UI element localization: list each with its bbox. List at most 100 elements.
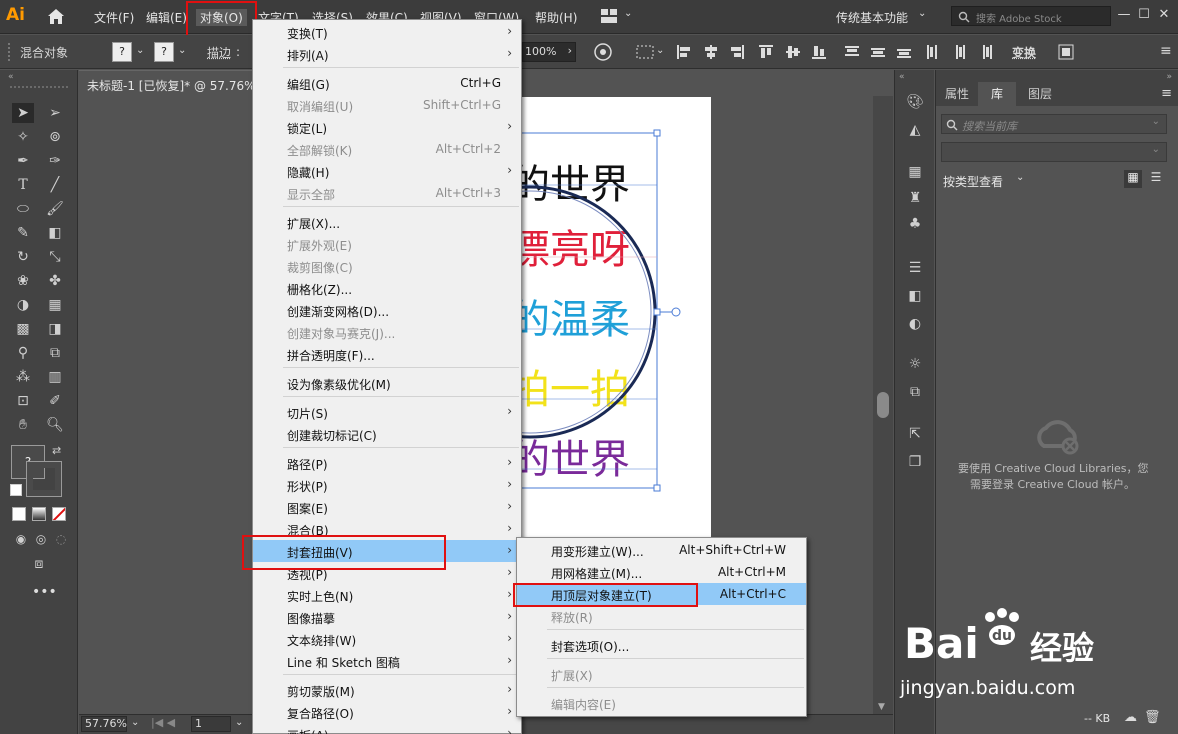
pen-tool-icon[interactable]: ✒ bbox=[12, 151, 34, 171]
draw-behind-icon[interactable]: ◎ bbox=[30, 529, 52, 549]
view-by-type-dropdown[interactable]: 按类型查看 bbox=[943, 173, 1003, 190]
gradient-tool-icon[interactable]: ◨ bbox=[44, 319, 66, 339]
graphic-styles-icon[interactable]: ⧉ bbox=[904, 384, 926, 404]
vertical-scrollbar[interactable]: ▼ bbox=[873, 96, 893, 714]
collapse-icon[interactable]: « bbox=[8, 72, 14, 82]
color-theme-icon[interactable]: ◭ bbox=[904, 122, 926, 142]
menu-help[interactable]: 帮助(H) bbox=[535, 9, 577, 26]
chevron-down-icon[interactable]: ⌄ bbox=[235, 717, 243, 728]
object-menu-item[interactable]: 创建渐变网格(D)... bbox=[253, 299, 521, 321]
ellipse-tool-icon[interactable]: ⬭ bbox=[12, 199, 34, 219]
slice-tool-icon[interactable]: ✐ bbox=[44, 391, 66, 411]
appearance-panel-icon[interactable]: ☼ bbox=[904, 356, 926, 376]
collapse-icon[interactable]: « bbox=[899, 72, 905, 82]
warp-tool-icon[interactable]: ❀ bbox=[12, 271, 34, 291]
selection-tool-icon[interactable]: ➤ bbox=[12, 103, 34, 123]
eraser-tool-icon[interactable]: ◧ bbox=[44, 223, 66, 243]
object-menu-item[interactable]: 文本绕排(W) › bbox=[253, 628, 521, 650]
recolor-artwork-icon[interactable] bbox=[594, 43, 612, 61]
chevron-down-icon[interactable]: ⌄ bbox=[131, 717, 139, 728]
object-menu-item[interactable]: 变换(T) › bbox=[253, 21, 521, 43]
chevron-down-icon[interactable]: ⌄ bbox=[918, 8, 926, 19]
object-menu-item[interactable]: 形状(P) › bbox=[253, 474, 521, 496]
curvature-tool-icon[interactable]: ✑ bbox=[44, 151, 66, 171]
opacity-field[interactable]: 100% › bbox=[522, 42, 576, 62]
align-horizontal-center-icon[interactable] bbox=[703, 44, 719, 60]
puppet-warp-tool-icon[interactable]: ✤ bbox=[44, 271, 66, 291]
distribute-left-icon[interactable] bbox=[925, 44, 941, 60]
panel-menu-icon[interactable]: ≡ bbox=[1160, 43, 1172, 59]
distribute-bottom-icon[interactable] bbox=[896, 44, 912, 60]
object-menu-item[interactable]: 裁剪图像(C) bbox=[253, 255, 521, 277]
stock-search-input[interactable]: 搜索 Adobe Stock bbox=[951, 6, 1111, 26]
object-menu-item[interactable]: 栅格化(Z)... bbox=[253, 277, 521, 299]
tab-libraries[interactable]: 库 bbox=[978, 82, 1016, 106]
stroke-color-swatch[interactable] bbox=[26, 461, 62, 497]
symbols-icon[interactable]: ♣ bbox=[904, 216, 926, 236]
library-search-input[interactable]: 搜索当前库 ⌄ bbox=[941, 114, 1167, 134]
object-menu-item[interactable]: 设为像素级优化(M) bbox=[253, 372, 521, 394]
document-tab[interactable]: 未标题-1 [已恢复]* @ 57.76% bbox=[79, 70, 259, 96]
object-menu-item[interactable]: 画板(A) › bbox=[253, 723, 521, 734]
brushes-icon[interactable]: ♜ bbox=[904, 190, 926, 210]
paintbrush-tool-icon[interactable]: 🖌︎ bbox=[44, 199, 66, 219]
object-menu-item[interactable]: 隐藏(H) › bbox=[253, 160, 521, 182]
color-mode-icon[interactable] bbox=[12, 507, 26, 521]
chevron-down-icon[interactable]: ⌄ bbox=[656, 45, 664, 56]
color-guide-icon[interactable]: 🎨︎ bbox=[904, 94, 926, 114]
envelope-menu-item[interactable]: 封套选项(O)... bbox=[517, 634, 806, 656]
stroke-label[interactable]: 描边 bbox=[207, 44, 231, 61]
object-menu-item[interactable]: 扩展(X)... bbox=[253, 211, 521, 233]
stroke-panel-icon[interactable]: ☰ bbox=[904, 260, 926, 280]
object-menu-item[interactable]: 路径(P) › bbox=[253, 452, 521, 474]
transparency-panel-icon[interactable]: ◐ bbox=[904, 316, 926, 336]
distribute-vertical-center-icon[interactable] bbox=[870, 44, 886, 60]
object-menu-item[interactable]: 创建裁切标记(C) bbox=[253, 423, 521, 445]
hand-tool-icon[interactable]: ✋︎ bbox=[12, 415, 34, 435]
envelope-menu-item[interactable]: 用网格建立(M)... Alt+Ctrl+M bbox=[517, 561, 806, 583]
align-vertical-center-icon[interactable] bbox=[785, 44, 801, 60]
object-menu-item[interactable]: Line 和 Sketch 图稿 › bbox=[253, 650, 521, 672]
menu-edit[interactable]: 编辑(E) bbox=[146, 9, 187, 26]
eyedropper-tool-icon[interactable]: ⚲ bbox=[12, 343, 34, 363]
arrange-documents-icon[interactable] bbox=[601, 9, 617, 23]
none-mode-icon[interactable] bbox=[52, 507, 66, 521]
swap-fill-stroke-icon[interactable]: ⇄ bbox=[52, 444, 61, 457]
envelope-menu-item[interactable]: 用变形建立(W)... Alt+Shift+Ctrl+W bbox=[517, 539, 806, 561]
object-menu-item[interactable]: 图像描摹 › bbox=[253, 606, 521, 628]
draw-inside-icon[interactable]: ◌ bbox=[50, 529, 72, 549]
chevron-down-icon[interactable]: ⌄ bbox=[178, 45, 186, 56]
first-artboard-icon[interactable]: |◀ ◀ bbox=[151, 716, 175, 729]
collapse-icon[interactable]: » bbox=[1166, 72, 1172, 82]
object-menu-item[interactable]: 图案(E) › bbox=[253, 496, 521, 518]
object-menu-item[interactable]: 拼合透明度(F)... bbox=[253, 343, 521, 365]
artboards-panel-icon[interactable]: ❐ bbox=[904, 454, 926, 474]
chevron-down-icon[interactable]: ⌄ bbox=[1016, 172, 1024, 183]
grip-handle[interactable] bbox=[8, 43, 12, 61]
symbol-sprayer-tool-icon[interactable]: ⁂ bbox=[12, 367, 34, 387]
gradient-panel-icon[interactable]: ◧ bbox=[904, 288, 926, 308]
zoom-field[interactable]: 57.76% bbox=[81, 716, 127, 732]
object-menu-item[interactable]: 编组(G) Ctrl+G bbox=[253, 72, 521, 94]
object-menu-item[interactable]: 扩展外观(E) bbox=[253, 233, 521, 255]
screen-mode-icon[interactable]: ⧈ bbox=[28, 554, 50, 574]
object-menu-item[interactable]: 切片(S) › bbox=[253, 401, 521, 423]
export-panel-icon[interactable]: ⇱ bbox=[904, 426, 926, 446]
home-icon[interactable] bbox=[47, 8, 65, 25]
object-menu-item[interactable]: 显示全部 Alt+Ctrl+3 bbox=[253, 182, 521, 204]
type-tool-icon[interactable]: T bbox=[12, 175, 34, 195]
transform-button[interactable]: 变换 bbox=[1012, 44, 1036, 61]
align-right-icon[interactable] bbox=[729, 44, 745, 60]
envelope-menu-item[interactable]: 扩展(X) bbox=[517, 663, 806, 685]
envelope-menu-item[interactable]: 编辑内容(E) bbox=[517, 692, 806, 714]
grip-handle[interactable] bbox=[10, 86, 68, 90]
column-graph-tool-icon[interactable]: ▥ bbox=[44, 367, 66, 387]
chevron-down-icon[interactable]: ⌄ bbox=[136, 45, 144, 56]
isolate-group-icon[interactable] bbox=[1058, 44, 1074, 60]
object-menu-item[interactable]: 锁定(L) › bbox=[253, 116, 521, 138]
zoom-tool-icon[interactable]: 🔍︎ bbox=[44, 415, 66, 435]
cloud-status-icon[interactable]: ☁︎ bbox=[1124, 710, 1137, 725]
lasso-tool-icon[interactable]: ⊚ bbox=[44, 127, 66, 147]
direct-selection-tool-icon[interactable]: ➢ bbox=[44, 103, 66, 123]
object-menu-item[interactable]: 全部解锁(K) Alt+Ctrl+2 bbox=[253, 138, 521, 160]
